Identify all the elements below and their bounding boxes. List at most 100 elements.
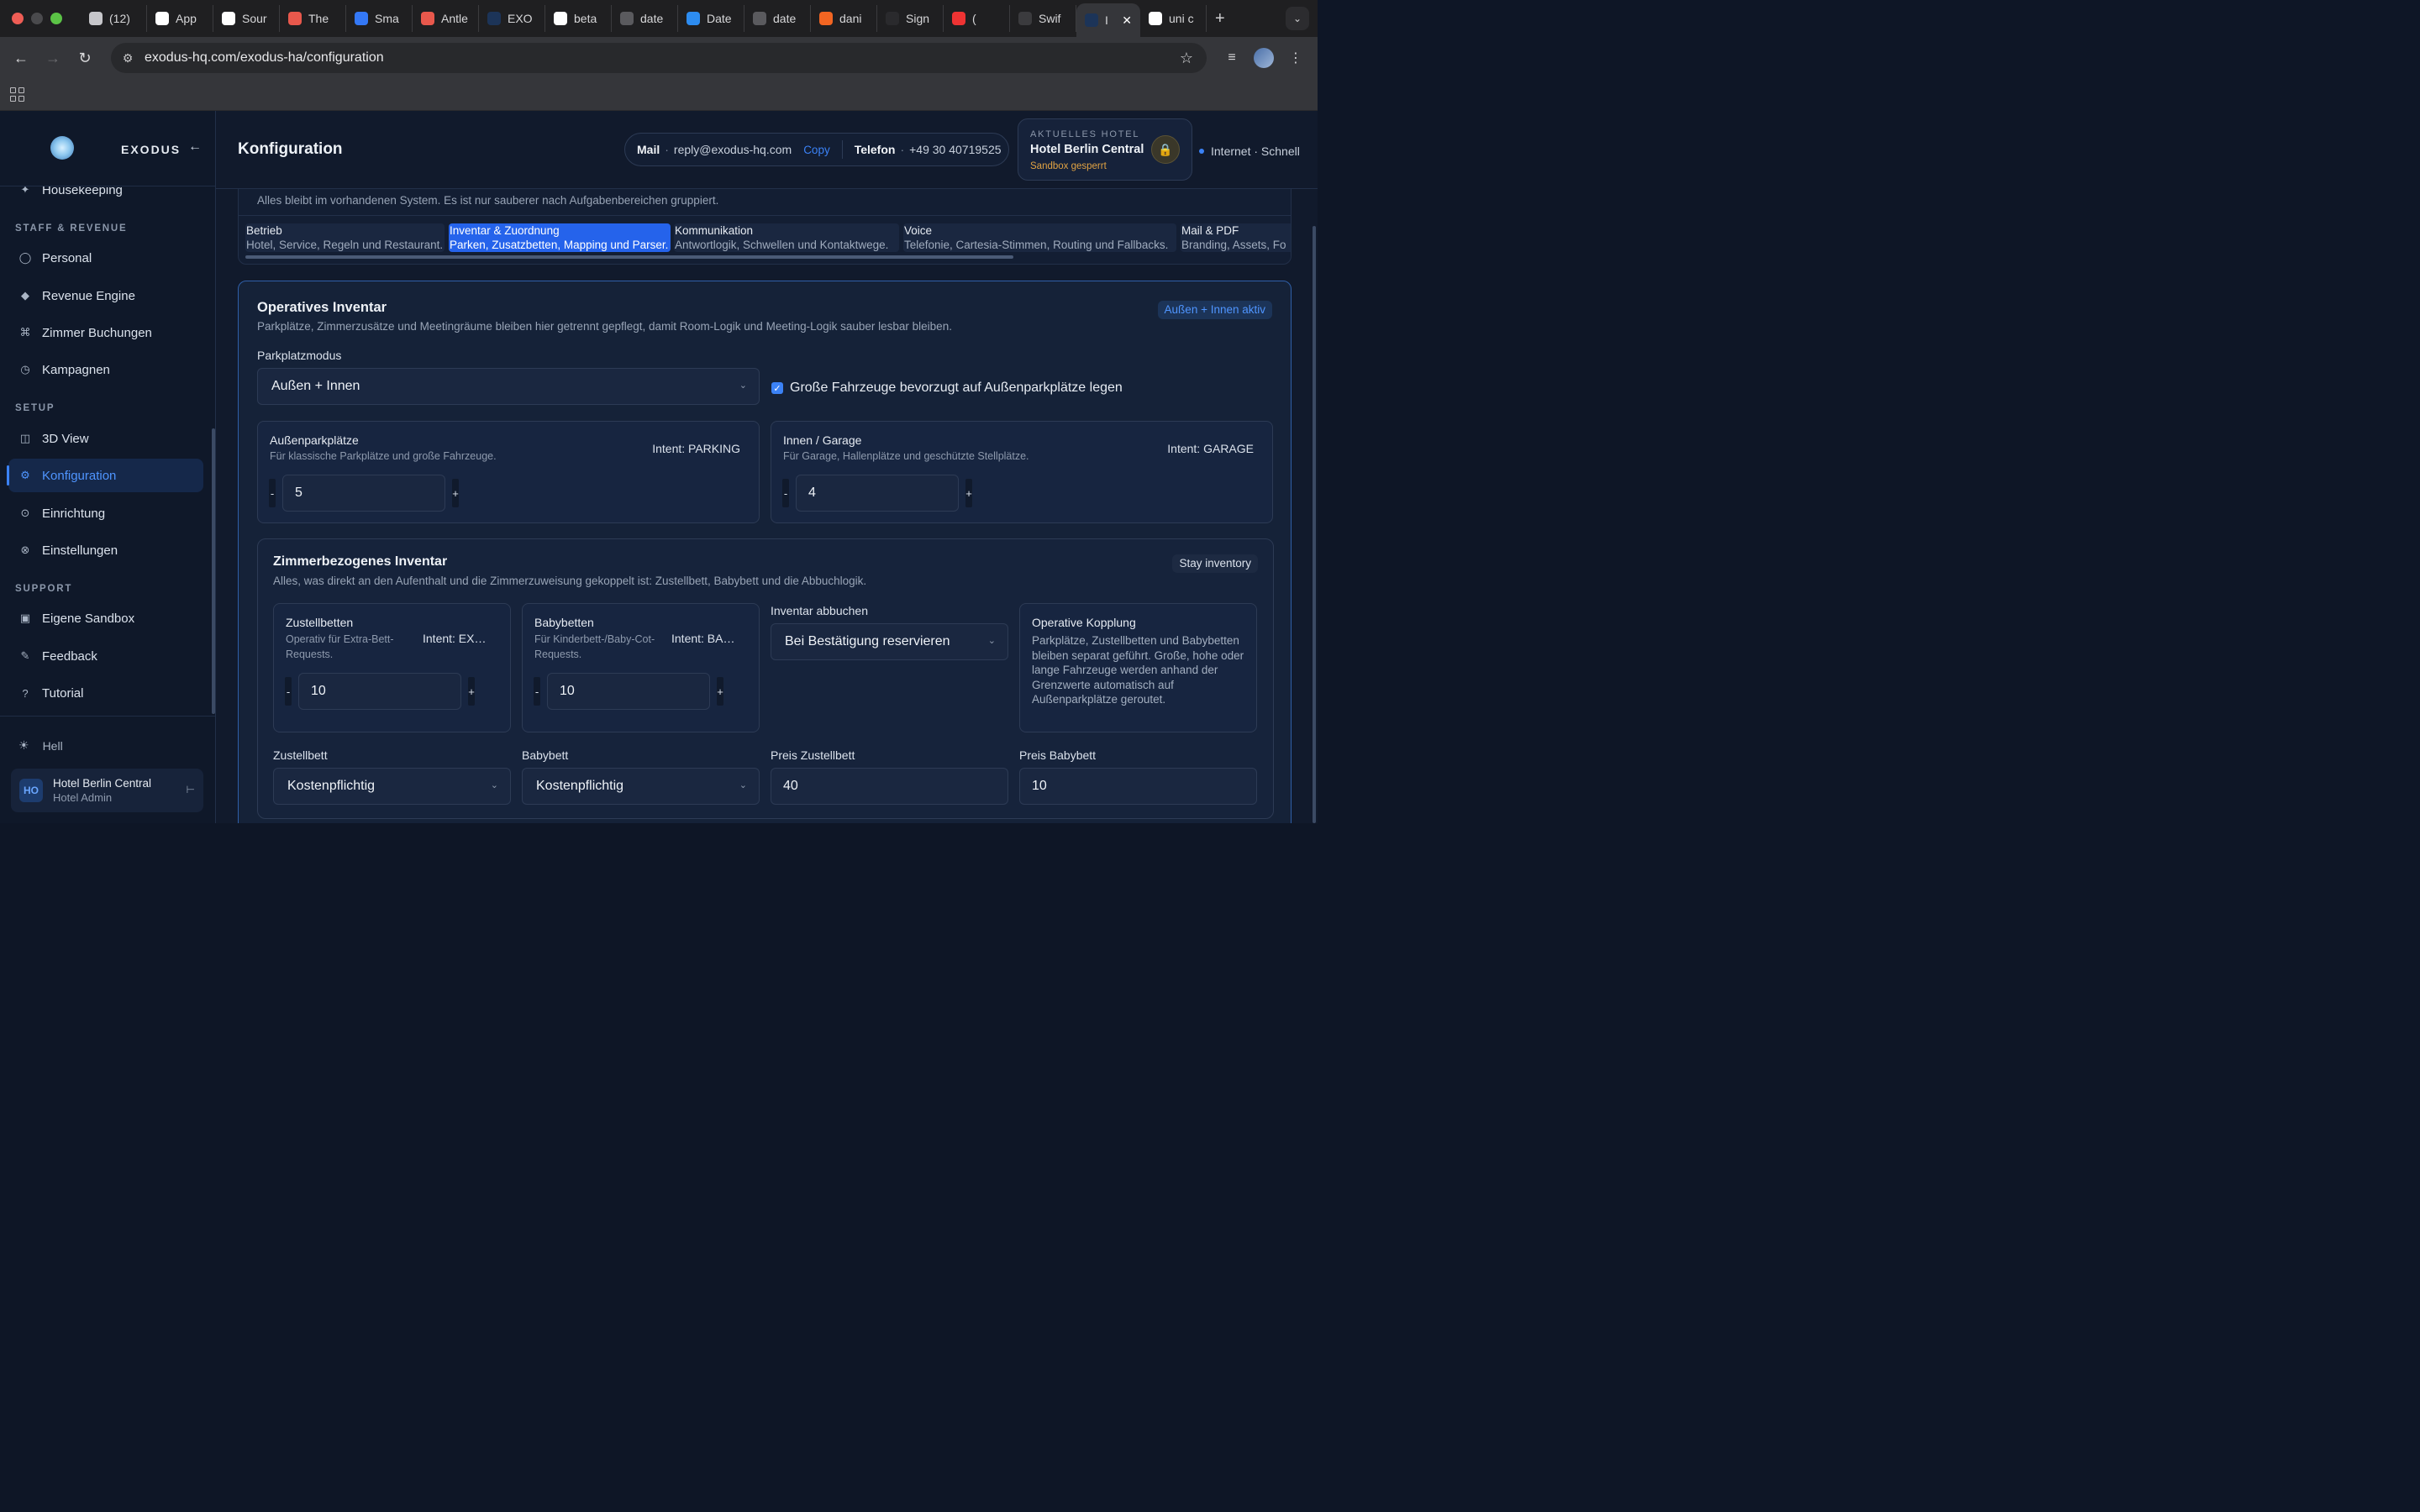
site-info-icon[interactable]: ⚙ <box>111 51 145 66</box>
separator-dot: · <box>665 143 669 156</box>
sidebar-item-kampagnen[interactable]: ◷ Kampagnen <box>8 353 203 386</box>
bookmarks-bar <box>0 79 1318 111</box>
large-vehicles-checkbox-row[interactable]: ✓ Große Fahrzeuge bevorzugt auf Außenpar… <box>771 381 1123 396</box>
globe-icon <box>620 12 634 25</box>
menu-icon[interactable]: ⋮ <box>1286 50 1306 66</box>
browser-tab[interactable]: date <box>744 5 811 32</box>
tab-label: The <box>308 12 329 25</box>
tab-mail-pdf[interactable]: Mail & PDF Branding, Assets, Fo <box>1181 223 1291 252</box>
browser-tab[interactable]: Sour <box>213 5 280 32</box>
zimmer-inventar-panel: Zimmerbezogenes Inventar Alles, was dire… <box>257 538 1274 819</box>
increment-button[interactable]: + <box>452 479 459 507</box>
increment-button[interactable]: + <box>965 479 972 507</box>
decrement-button[interactable]: - <box>269 479 276 507</box>
exodus-logo <box>50 136 74 160</box>
profile-avatar[interactable] <box>1254 48 1274 68</box>
content-scrollbar[interactable] <box>1313 226 1316 823</box>
tabs-scrollbar[interactable] <box>245 255 1013 259</box>
extra-bed-pricing-select[interactable]: Kostenpflichtig ⌄ <box>273 768 511 805</box>
chevron-down-icon: ⌄ <box>490 780 498 790</box>
sidebar-item-zimmer-buchungen[interactable]: ⌘ Zimmer Buchungen <box>8 316 203 349</box>
tab-betrieb[interactable]: Betrieb Hotel, Service, Regeln und Resta… <box>245 223 445 252</box>
price-baby-bed-input[interactable]: 10 <box>1019 768 1257 805</box>
sidebar-item-einrichtung[interactable]: ⊙ Einrichtung <box>8 496 203 530</box>
browser-tab[interactable]: beta <box>545 5 612 32</box>
browser-tab[interactable]: dani <box>811 5 877 32</box>
tab-label: Sour <box>242 12 267 25</box>
indoor-count-input[interactable]: 4 <box>796 475 959 512</box>
section-support: SUPPORT <box>15 584 73 594</box>
extra-bed-title: Zustellbetten <box>286 616 354 629</box>
mail-value: reply@exodus-hq.com <box>673 143 792 156</box>
increment-button[interactable]: + <box>717 677 723 706</box>
close-tab-icon[interactable]: ✕ <box>1122 13 1132 28</box>
address-bar[interactable]: ⚙ exodus-hq.com/exodus-ha/configuration … <box>111 43 1207 73</box>
panel-description: Parkplätze, Zimmerzusätze und Meetingräu… <box>257 320 952 333</box>
apps-icon[interactable] <box>10 87 24 102</box>
browser-tab[interactable]: (12) <box>81 5 147 32</box>
browser-tab[interactable]: The <box>280 5 346 32</box>
sidebar-item-housekeeping[interactable]: ✦ Housekeeping <box>8 186 203 207</box>
lock-icon[interactable]: 🔒 <box>1151 135 1180 164</box>
coupling-title: Operative Kopplung <box>1032 616 1136 629</box>
maximize-window-button[interactable] <box>50 13 62 24</box>
browser-tab[interactable]: uni c <box>1140 5 1207 32</box>
tab-inventar-zuordnung[interactable]: Inventar & Zuordnung Parken, Zusatzbette… <box>449 223 671 252</box>
sidebar-scrollbar[interactable] <box>212 428 215 714</box>
tab-search-button[interactable]: ⌄ <box>1286 7 1309 30</box>
large-vehicles-checkbox[interactable]: ✓ <box>771 382 783 394</box>
theme-toggle[interactable]: ☀ Hell <box>18 738 63 753</box>
user-info: Hotel Berlin Central Hotel Admin <box>53 777 151 804</box>
parking-mode-select[interactable]: Außen + Innen ⌄ <box>257 368 760 405</box>
sidebar-item-konfiguration[interactable]: ⚙ Konfiguration <box>7 459 203 492</box>
user-card[interactable]: HO Hotel Berlin Central Hotel Admin ⊢ <box>11 769 203 812</box>
browser-tab[interactable]: Antle <box>413 5 479 32</box>
sidebar-item-revenue-engine[interactable]: ◆ Revenue Engine <box>8 279 203 312</box>
minimize-window-button[interactable] <box>31 13 43 24</box>
browser-tab[interactable]: EXO <box>479 5 545 32</box>
sidebar-item-personal[interactable]: ◯ Personal <box>8 241 203 275</box>
media-control-icon[interactable]: ≡ <box>1222 50 1242 66</box>
tab-label: Antle <box>441 12 468 25</box>
logout-icon[interactable]: ⊢ <box>187 784 195 795</box>
browser-tab[interactable]: date <box>612 5 678 32</box>
decrement-button[interactable]: - <box>782 479 789 507</box>
current-hotel-card[interactable]: AKTUELLES HOTEL Hotel Berlin Central San… <box>1018 118 1192 181</box>
coupling-info-card: Operative Kopplung Parkplätze, Zustellbe… <box>1019 603 1257 732</box>
tab-voice[interactable]: Voice Telefonie, Cartesia-Stimmen, Routi… <box>903 223 1176 252</box>
booking-mode-select[interactable]: Bei Bestätigung reservieren ⌄ <box>771 623 1008 660</box>
browser-tab[interactable]: Date <box>678 5 744 32</box>
sidebar-item-eigene-sandbox[interactable]: ▣ Eigene Sandbox <box>8 601 203 635</box>
collapse-sidebar-icon[interactable]: ← <box>188 139 202 155</box>
browser-tab[interactable]: Sma <box>346 5 413 32</box>
extra-bed-count-input[interactable]: 10 <box>298 673 461 710</box>
sidebar-item-einstellungen[interactable]: ⊗ Einstellungen <box>8 533 203 567</box>
sidebar-item-tutorial[interactable]: ? Tutorial <box>8 676 203 710</box>
sidebar-item-feedback[interactable]: ✎ Feedback <box>8 639 203 673</box>
increment-button[interactable]: + <box>468 677 475 706</box>
bookmark-star-icon[interactable]: ☆ <box>1180 50 1193 67</box>
baby-bed-count-input[interactable]: 10 <box>547 673 710 710</box>
decrement-button[interactable]: - <box>285 677 292 706</box>
section-staff-revenue: STAFF & REVENUE <box>15 223 128 234</box>
new-tab-button[interactable]: + <box>1207 9 1234 29</box>
browser-tab[interactable]: Sign <box>877 5 944 32</box>
baby-bed-pricing-select[interactable]: Kostenpflichtig ⌄ <box>522 768 760 805</box>
decrement-button[interactable]: - <box>534 677 540 706</box>
browser-tab-active[interactable]: I ✕ <box>1076 3 1140 37</box>
back-button[interactable]: ← <box>5 50 37 67</box>
copy-button[interactable]: Copy <box>803 144 830 156</box>
price-extra-bed-input[interactable]: 40 <box>771 768 1008 805</box>
extra-bed-pricing-label: Zustellbett <box>273 748 328 762</box>
outdoor-count-input[interactable]: 5 <box>282 475 445 512</box>
forward-button[interactable]: → <box>37 50 69 67</box>
browser-tab[interactable]: App <box>147 5 213 32</box>
reload-button[interactable]: ↻ <box>69 50 101 67</box>
tab-kommunikation[interactable]: Kommunikation Antwortlogik, Schwellen un… <box>674 223 899 252</box>
browser-tab[interactable]: Swif <box>1010 5 1076 32</box>
close-window-button[interactable] <box>12 13 24 24</box>
chevron-down-icon: ⌄ <box>987 636 996 646</box>
sidebar-item-3d-view[interactable]: ◫ 3D View <box>8 422 203 455</box>
baby-bed-card: Babybetten Für Kinderbett-/Baby-Cot-Requ… <box>522 603 760 732</box>
browser-tab[interactable]: ( <box>944 5 1010 32</box>
